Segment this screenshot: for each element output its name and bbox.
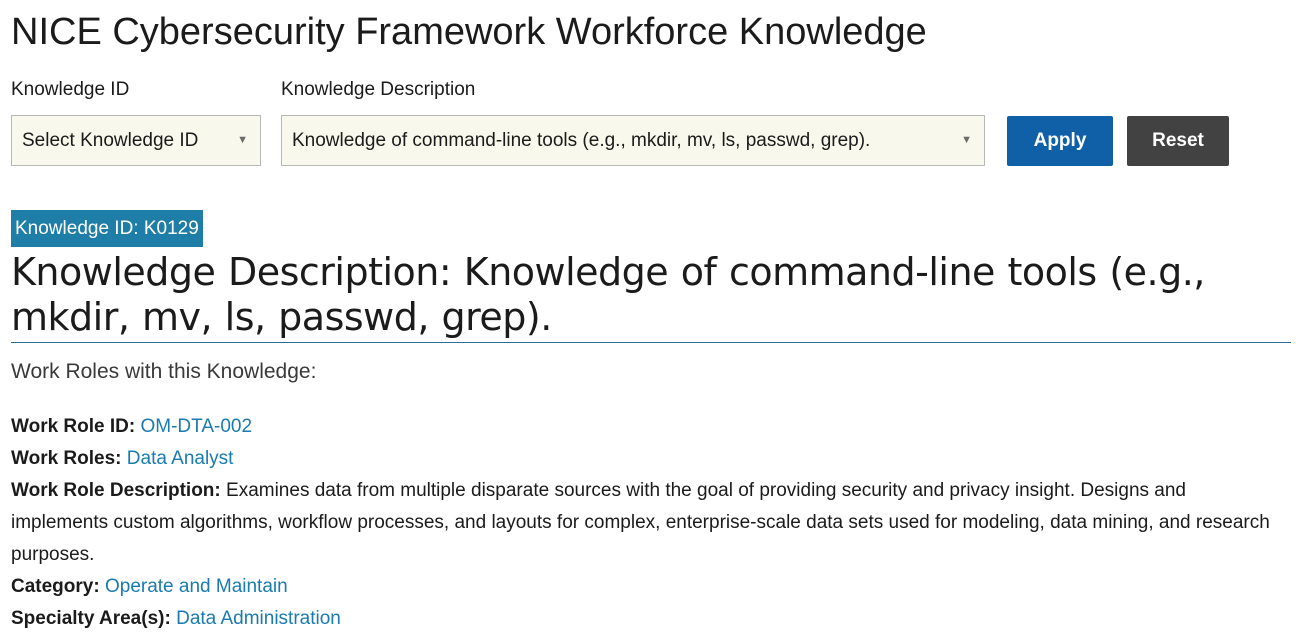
page-title: NICE Cybersecurity Framework Workforce K… bbox=[11, 11, 927, 53]
work-role-description-row: Work Role Description: Examines data fro… bbox=[11, 475, 1281, 571]
specialty-area-row: Specialty Area(s): Data Administration bbox=[11, 603, 1281, 635]
knowledge-id-select[interactable]: Select Knowledge ID ▼ bbox=[11, 115, 261, 166]
work-roles-intro: Work Roles with this Knowledge: bbox=[11, 360, 317, 383]
work-role-details: Work Role ID: OM-DTA-002 Work Roles: Dat… bbox=[11, 411, 1281, 635]
work-role-id-label: Work Role ID: bbox=[11, 416, 141, 437]
page: NICE Cybersecurity Framework Workforce K… bbox=[0, 0, 1305, 644]
caret-down-icon: ▼ bbox=[237, 134, 248, 146]
work-role-link[interactable]: Data Analyst bbox=[127, 448, 234, 469]
work-role-description-label: Work Role Description: bbox=[11, 480, 227, 501]
specialty-area-link[interactable]: Data Administration bbox=[176, 608, 341, 629]
knowledge-description-select[interactable]: Knowledge of command-line tools (e.g., m… bbox=[281, 115, 985, 166]
knowledge-id-badge: Knowledge ID: K0129 bbox=[11, 210, 203, 247]
work-role-id-link[interactable]: OM-DTA-002 bbox=[141, 416, 253, 437]
category-link[interactable]: Operate and Maintain bbox=[105, 576, 288, 597]
knowledge-id-selected-value: Select Knowledge ID bbox=[22, 130, 199, 151]
knowledge-description-label: Knowledge Description bbox=[281, 79, 476, 100]
specialty-area-label: Specialty Area(s): bbox=[11, 608, 177, 629]
knowledge-id-label: Knowledge ID bbox=[11, 79, 130, 100]
reset-button[interactable]: Reset bbox=[1127, 116, 1229, 166]
work-roles-row: Work Roles: Data Analyst bbox=[11, 443, 1281, 475]
category-label: Category: bbox=[11, 576, 105, 597]
category-row: Category: Operate and Maintain bbox=[11, 571, 1281, 603]
work-role-id-row: Work Role ID: OM-DTA-002 bbox=[11, 411, 1281, 443]
knowledge-description-selected-value: Knowledge of command-line tools (e.g., m… bbox=[292, 130, 871, 151]
divider bbox=[11, 342, 1291, 343]
work-roles-label: Work Roles: bbox=[11, 448, 127, 469]
knowledge-description-heading: Knowledge Description: Knowledge of comm… bbox=[11, 250, 1205, 339]
apply-button[interactable]: Apply bbox=[1007, 116, 1113, 166]
caret-down-icon: ▼ bbox=[961, 134, 972, 146]
